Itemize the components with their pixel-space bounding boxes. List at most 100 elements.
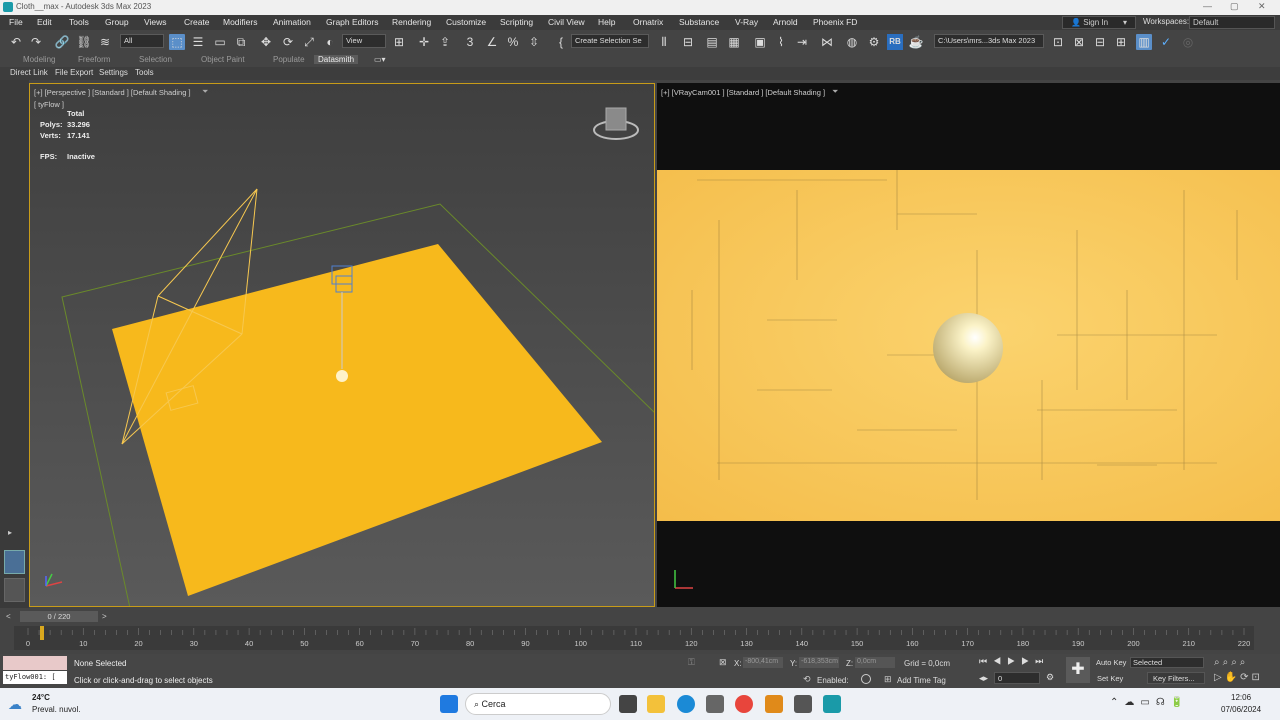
container-icon[interactable]: ⊞ xyxy=(1113,34,1129,50)
check-icon[interactable]: ✓ xyxy=(1158,34,1174,50)
subtab-settings[interactable]: Settings xyxy=(99,68,128,77)
snaps-toggle-icon[interactable]: 3 xyxy=(462,34,478,50)
menu-animation[interactable]: Animation xyxy=(273,17,311,27)
subtab-tools[interactable]: Tools xyxy=(135,68,154,77)
dope-sheet-icon[interactable]: ⇥ xyxy=(794,34,810,50)
key-mode-icon[interactable]: ◂▸ xyxy=(979,673,988,684)
reference-coord-dropdown[interactable]: View xyxy=(342,34,386,48)
bind-space-warp-icon[interactable]: ≋ xyxy=(97,34,113,50)
rb-button[interactable]: RB xyxy=(887,34,903,50)
tab-datasmith[interactable]: Datasmith xyxy=(314,55,359,64)
menu-arnold[interactable]: Arnold xyxy=(773,17,798,27)
minimize-button[interactable]: — xyxy=(1203,1,1212,11)
save-icon[interactable]: ⊟ xyxy=(1092,34,1108,50)
current-frame-field[interactable]: 0 xyxy=(994,672,1040,684)
subtab-direct-link[interactable]: Direct Link xyxy=(10,68,48,77)
window-crossing-icon[interactable]: ⧉ xyxy=(233,34,249,50)
scale-icon[interactable]: ⤢ xyxy=(301,34,317,50)
layout-tab-2[interactable] xyxy=(4,578,25,602)
select-object-icon[interactable]: ⬚ xyxy=(169,34,185,50)
layout-tab-1[interactable] xyxy=(4,550,25,574)
close-button[interactable]: ✕ xyxy=(1258,1,1266,12)
maxscript-listener[interactable] xyxy=(3,656,67,670)
task-view-icon[interactable] xyxy=(619,695,637,713)
maximize-button[interactable]: ▢ xyxy=(1230,1,1239,12)
perspective-viewport[interactable]: [+] [Perspective ] [Standard ] [Default … xyxy=(29,83,655,607)
tab-freeform[interactable]: Freeform xyxy=(78,55,110,64)
store-icon[interactable] xyxy=(706,695,724,713)
timeline-track[interactable]: 0 10 20 30 40 50 60 70 80 90 100 110 120 130 140 150 160… xyxy=(14,626,1254,650)
unlink-icon[interactable]: ⛓ xyxy=(76,34,92,50)
selection-set-dropdown[interactable]: Create Selection Se xyxy=(571,34,649,48)
tag-icon[interactable]: ⊞ xyxy=(884,674,892,685)
absolute-mode-icon[interactable]: ⊠ xyxy=(719,657,727,668)
menu-tools[interactable]: Tools xyxy=(69,17,89,27)
menu-edit[interactable]: Edit xyxy=(37,17,52,27)
pivot-center-icon[interactable]: ⊞ xyxy=(391,34,407,50)
menu-group[interactable]: Group xyxy=(105,17,129,27)
align-icon[interactable]: ⊟ xyxy=(680,34,696,50)
sign-in-dropdown[interactable]: 👤 Sign In ▾ xyxy=(1062,16,1136,29)
camera-viewport-label[interactable]: [+] [VRayCam001 ] [Standard ] [Default S… xyxy=(661,88,825,97)
open-icon[interactable]: ⊠ xyxy=(1071,34,1087,50)
move-icon[interactable]: ✥ xyxy=(258,34,274,50)
menu-vray[interactable]: V-Ray xyxy=(735,17,758,27)
subtab-file-export[interactable]: File Export xyxy=(55,68,93,77)
render-icon[interactable]: ☕ xyxy=(908,34,924,50)
undo-icon[interactable]: ↶ xyxy=(8,34,24,50)
viewport-label[interactable]: [+] [Perspective ] [Standard ] [Default … xyxy=(34,88,191,97)
menu-civil-view[interactable]: Civil View xyxy=(548,17,585,27)
isolate-icon[interactable]: ⚿ xyxy=(688,657,695,668)
link-icon[interactable]: 🔗 xyxy=(54,34,70,50)
rect-selection-icon[interactable]: ▭ xyxy=(212,34,228,50)
expand-arrow-icon[interactable]: ▸ xyxy=(8,528,12,537)
percent-snap-icon[interactable]: % xyxy=(505,34,521,50)
scene-explorer-icon[interactable]: ▤ xyxy=(704,34,720,50)
file-explorer-icon[interactable] xyxy=(647,695,665,713)
menu-rendering[interactable]: Rendering xyxy=(392,17,431,27)
x-coordinate[interactable]: -800,41cm xyxy=(743,657,783,668)
menu-help[interactable]: Help xyxy=(598,17,615,27)
filter-icon[interactable]: ⏷ xyxy=(832,87,838,97)
menu-phoenix-fd[interactable]: Phoenix FD xyxy=(813,17,857,27)
rotate-icon[interactable]: ⟳ xyxy=(280,34,296,50)
edit-named-selection-icon[interactable]: { xyxy=(553,34,569,50)
command-panel-icon[interactable]: ▥ xyxy=(1136,34,1152,50)
menu-graph-editors[interactable]: Graph Editors xyxy=(326,17,378,27)
angle-snap-icon[interactable]: ∠ xyxy=(484,34,500,50)
tab-modeling[interactable]: Modeling xyxy=(23,55,55,64)
menu-ornatrix[interactable]: Ornatrix xyxy=(633,17,663,27)
edge-icon[interactable] xyxy=(677,695,695,713)
enabled-toggle[interactable] xyxy=(861,674,871,684)
viewport-nav-icons-2[interactable]: ▷✋⟳⊡ xyxy=(1214,672,1263,683)
tab-populate[interactable]: Populate xyxy=(273,55,305,64)
app-icon-1[interactable] xyxy=(765,695,783,713)
select-manipulate-icon[interactable]: ✛ xyxy=(416,34,432,50)
next-frame-icon[interactable]: > xyxy=(102,612,107,621)
ribbon-options-icon[interactable]: ▭▾ xyxy=(374,55,386,64)
time-slider[interactable]: 0 / 220 xyxy=(20,611,98,622)
menu-substance[interactable]: Substance xyxy=(679,17,719,27)
app-icon-2[interactable] xyxy=(794,695,812,713)
add-time-tag[interactable]: Add Time Tag xyxy=(897,676,946,685)
tab-object-paint[interactable]: Object Paint xyxy=(201,55,245,64)
script-field[interactable]: tyFlow001: [ xyxy=(3,671,67,684)
project-path-dropdown[interactable]: C:\Users\mrs...3ds Max 2023 xyxy=(934,34,1044,48)
keyboard-shortcut-icon[interactable]: ⇪ xyxy=(437,34,453,50)
set-key-button[interactable]: ✚ xyxy=(1066,657,1090,683)
project-folder-icon[interactable]: ⊡ xyxy=(1050,34,1066,50)
layer-explorer-icon[interactable]: ▦ xyxy=(726,34,742,50)
filter-icon[interactable]: ⏷ xyxy=(202,87,208,97)
weather-icon[interactable]: ☁ xyxy=(8,696,22,713)
material-editor-icon[interactable]: ◍ xyxy=(844,34,860,50)
menu-customize[interactable]: Customize xyxy=(446,17,486,27)
prev-frame-icon[interactable]: < xyxy=(6,612,11,621)
tab-selection[interactable]: Selection xyxy=(139,55,172,64)
workspace-dropdown[interactable]: Default xyxy=(1189,16,1275,29)
select-by-name-icon[interactable]: ☰ xyxy=(190,34,206,50)
menu-create[interactable]: Create xyxy=(184,17,210,27)
time-config-icon[interactable]: ⚙ xyxy=(1046,672,1054,683)
3ds-max-icon[interactable] xyxy=(823,695,841,713)
start-icon[interactable] xyxy=(440,695,458,713)
menu-views[interactable]: Views xyxy=(144,17,167,27)
